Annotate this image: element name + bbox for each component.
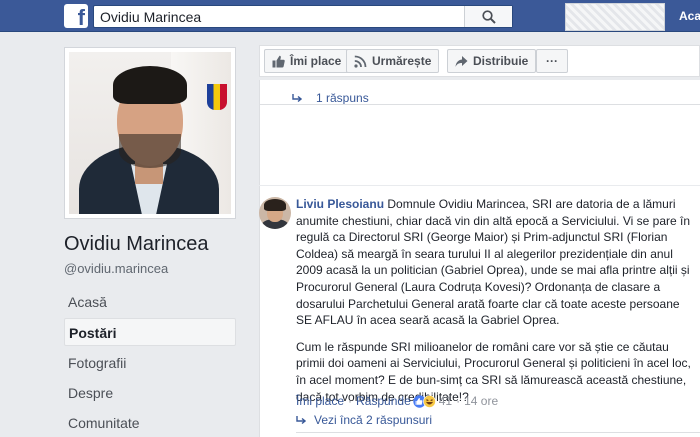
follow-label: Urmărește (372, 54, 432, 68)
comment-author[interactable]: Liviu Plesoianu (296, 197, 384, 211)
reply-arrow-icon (296, 415, 306, 424)
nav-home-link[interactable]: Acasă (679, 9, 700, 23)
comment-text-1: Domnule Ovidiu Marincea, SRI are datoria… (296, 197, 691, 328)
thumbs-up-icon (272, 55, 285, 67)
profile-name[interactable]: Ovidiu Marincea (64, 233, 209, 256)
comment-timestamp[interactable]: 14 ore (464, 394, 498, 408)
share-label: Distribuie (473, 54, 529, 68)
reaction-count: 41 (438, 394, 453, 408)
search-box (93, 5, 513, 28)
divider (259, 185, 700, 186)
divider (296, 432, 700, 433)
comment-body: Liviu Plesoianu Domnule Ovidiu Marincea,… (296, 196, 698, 405)
comment-actions: Îmi place · Răspunde 41 · 14 ore (296, 394, 499, 408)
nav-item-home[interactable]: Acasă (64, 288, 236, 316)
rss-icon (354, 55, 367, 68)
profile-handle[interactable]: @ovidiu.marincea (64, 261, 168, 276)
divider (259, 104, 700, 105)
search-input[interactable] (94, 6, 474, 27)
share-button[interactable]: Distribuie (447, 49, 537, 73)
page-action-bar: Îmi place Urmărește Distribuie ··· (259, 45, 700, 77)
commenter-avatar[interactable] (259, 197, 291, 229)
view-more-replies-label: Vezi încă 2 răspunsuri (314, 413, 433, 427)
more-dots-icon: ··· (546, 54, 558, 68)
search-button[interactable] (464, 6, 512, 27)
nav-item-posts[interactable]: Postări (64, 318, 236, 346)
top-navigation-bar: f Acasă (0, 0, 700, 32)
facebook-logo-icon[interactable]: f (64, 4, 88, 30)
nav-item-photos[interactable]: Fotografii (64, 349, 236, 377)
nav-item-about[interactable]: Despre (64, 379, 236, 407)
follow-button[interactable]: Urmărește (346, 49, 440, 73)
more-options-button[interactable]: ··· (536, 49, 568, 73)
like-page-label: Îmi place (290, 54, 342, 68)
coat-of-arms-icon (207, 84, 227, 110)
comment-reply-link[interactable]: Răspunde (356, 394, 411, 408)
search-icon (481, 9, 496, 24)
share-arrow-icon (455, 55, 468, 67)
reactions-summary[interactable]: 41 (413, 394, 452, 408)
nav-item-community[interactable]: Comunitate (64, 409, 236, 437)
view-more-replies-link[interactable]: Vezi încă 2 răspunsuri (296, 413, 432, 427)
profile-photo (69, 52, 231, 214)
replies-link[interactable]: 1 răspuns (292, 91, 369, 105)
redacted-area (565, 3, 665, 31)
reply-arrow-icon (292, 93, 302, 102)
replies-count-label: 1 răspuns (316, 91, 369, 105)
laugh-reaction-icon (422, 394, 436, 408)
comment-like-link[interactable]: Îmi place (296, 394, 344, 408)
profile-picture[interactable] (64, 47, 236, 219)
like-page-button[interactable]: Îmi place (264, 49, 350, 73)
